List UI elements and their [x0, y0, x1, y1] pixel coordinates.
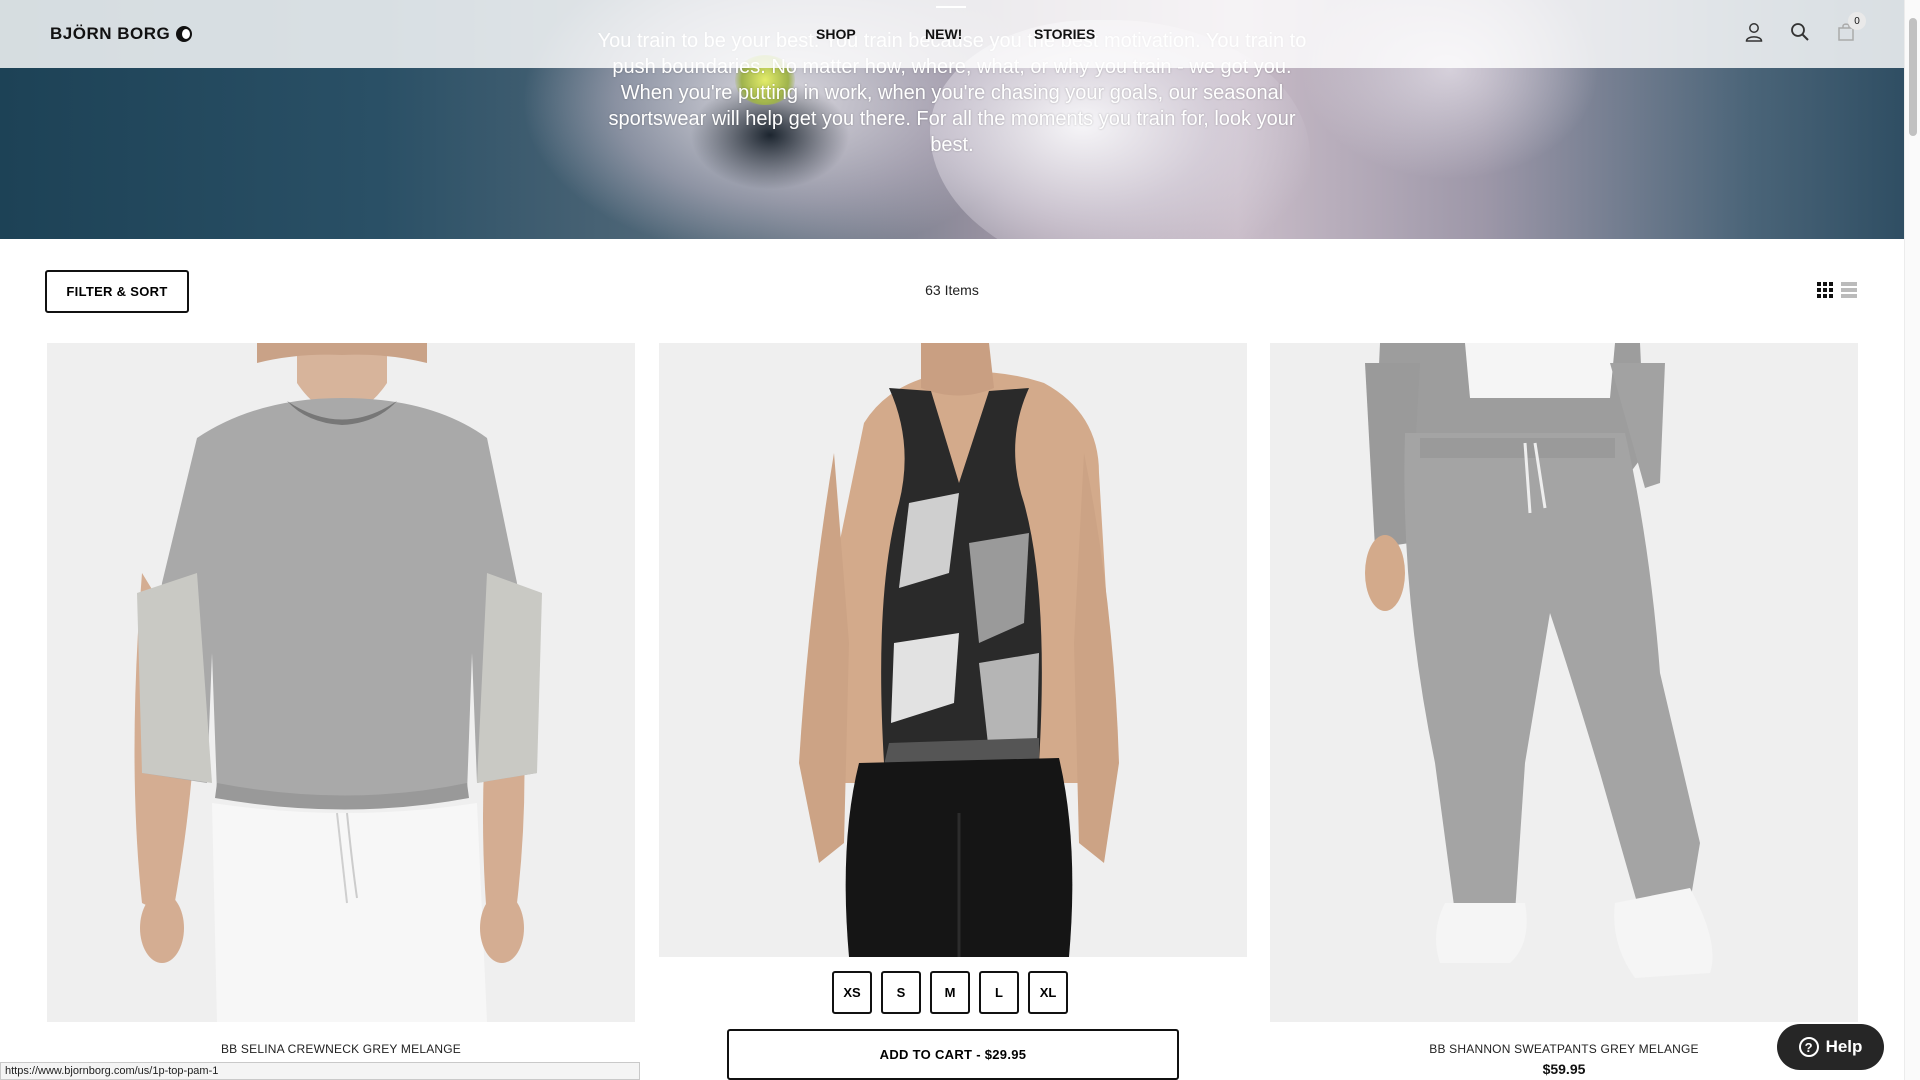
view-toggle: [1817, 282, 1857, 298]
account-button[interactable]: [1742, 20, 1766, 44]
filter-sort-button[interactable]: FILTER & SORT: [45, 270, 189, 313]
product-image[interactable]: [47, 343, 635, 1022]
brand-logo-text: BJÖRN BORG: [50, 24, 171, 43]
product-name[interactable]: BB SELINA CREWNECK GREY MELANGE: [47, 1042, 635, 1056]
list-view-icon[interactable]: [1841, 282, 1857, 298]
nav-shop[interactable]: SHOP: [816, 0, 856, 42]
add-to-cart-button[interactable]: ADD TO CART - $29.95: [727, 1029, 1179, 1080]
brand-mark-icon: [176, 26, 193, 42]
size-option-xs[interactable]: XS: [832, 971, 872, 1014]
product-card[interactable]: BB SELINA CREWNECK GREY MELANGE: [47, 343, 635, 1056]
cart-button[interactable]: 0: [1834, 12, 1866, 44]
items-count: 63 Items: [925, 282, 979, 298]
nav-stories[interactable]: STORIES: [1034, 0, 1095, 42]
page: You train to be your best. You train bec…: [0, 0, 1920, 1080]
help-button[interactable]: ? Help: [1777, 1024, 1884, 1070]
product-image[interactable]: [1270, 343, 1858, 1022]
help-icon: ?: [1798, 1037, 1819, 1057]
product-image[interactable]: [659, 343, 1247, 957]
product-name[interactable]: BB SHANNON SWEATPANTS GREY MELANGE: [1270, 1042, 1858, 1056]
grid-view-icon[interactable]: [1817, 282, 1833, 298]
product-photo-sweatpants: [1270, 343, 1858, 1022]
help-label: Help: [1825, 1037, 1863, 1056]
size-option-l[interactable]: L: [979, 971, 1019, 1014]
search-icon: [1791, 23, 1809, 41]
page-scrollbar[interactable]: [1904, 0, 1920, 1080]
product-price: $59.95: [1542, 1061, 1586, 1077]
size-option-xl[interactable]: XL: [1028, 971, 1068, 1014]
search-button[interactable]: [1788, 20, 1812, 44]
product-card[interactable]: XS S M L XL ADD TO CART - $29.95: [659, 343, 1247, 1080]
header-icons: 0: [1742, 12, 1866, 44]
size-option-s[interactable]: S: [881, 971, 921, 1014]
brand-logo[interactable]: BJÖRN BORG: [50, 24, 193, 44]
product-card[interactable]: BB SHANNON SWEATPANTS GREY MELANGE $59.9…: [1270, 343, 1858, 1077]
status-bar-url: https://www.bjornborg.com/us/1p-top-pam-…: [0, 1062, 640, 1080]
cart-count-badge: 0: [1848, 12, 1866, 30]
user-icon: [1745, 23, 1763, 42]
site-header: BJÖRN BORG SHOP NEW! STORIES 0: [0, 0, 1904, 68]
size-selector: XS S M L XL: [832, 971, 1068, 1014]
scrollbar-thumb[interactable]: [1909, 18, 1917, 136]
product-photo-tank-top: [659, 343, 1247, 957]
product-photo-crewneck: [47, 343, 635, 1022]
size-option-m[interactable]: M: [930, 971, 970, 1014]
nav-new[interactable]: NEW!: [925, 0, 967, 42]
